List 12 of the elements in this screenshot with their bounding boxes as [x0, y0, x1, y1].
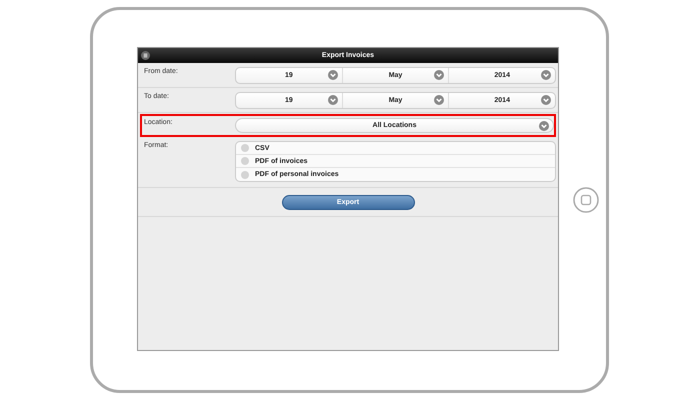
menu-icon[interactable]	[141, 51, 150, 60]
radio-button[interactable]	[241, 157, 249, 165]
chevron-down-icon	[328, 95, 338, 105]
radio-button[interactable]	[241, 144, 249, 152]
chevron-down-icon	[328, 70, 338, 80]
chevron-down-icon	[434, 70, 444, 80]
chevron-down-icon	[541, 95, 552, 105]
chevron-down-icon	[541, 70, 552, 80]
home-button[interactable]	[573, 187, 599, 213]
radio-button[interactable]	[241, 170, 249, 178]
chevron-down-icon	[539, 121, 549, 131]
chevron-down-icon	[434, 95, 444, 105]
